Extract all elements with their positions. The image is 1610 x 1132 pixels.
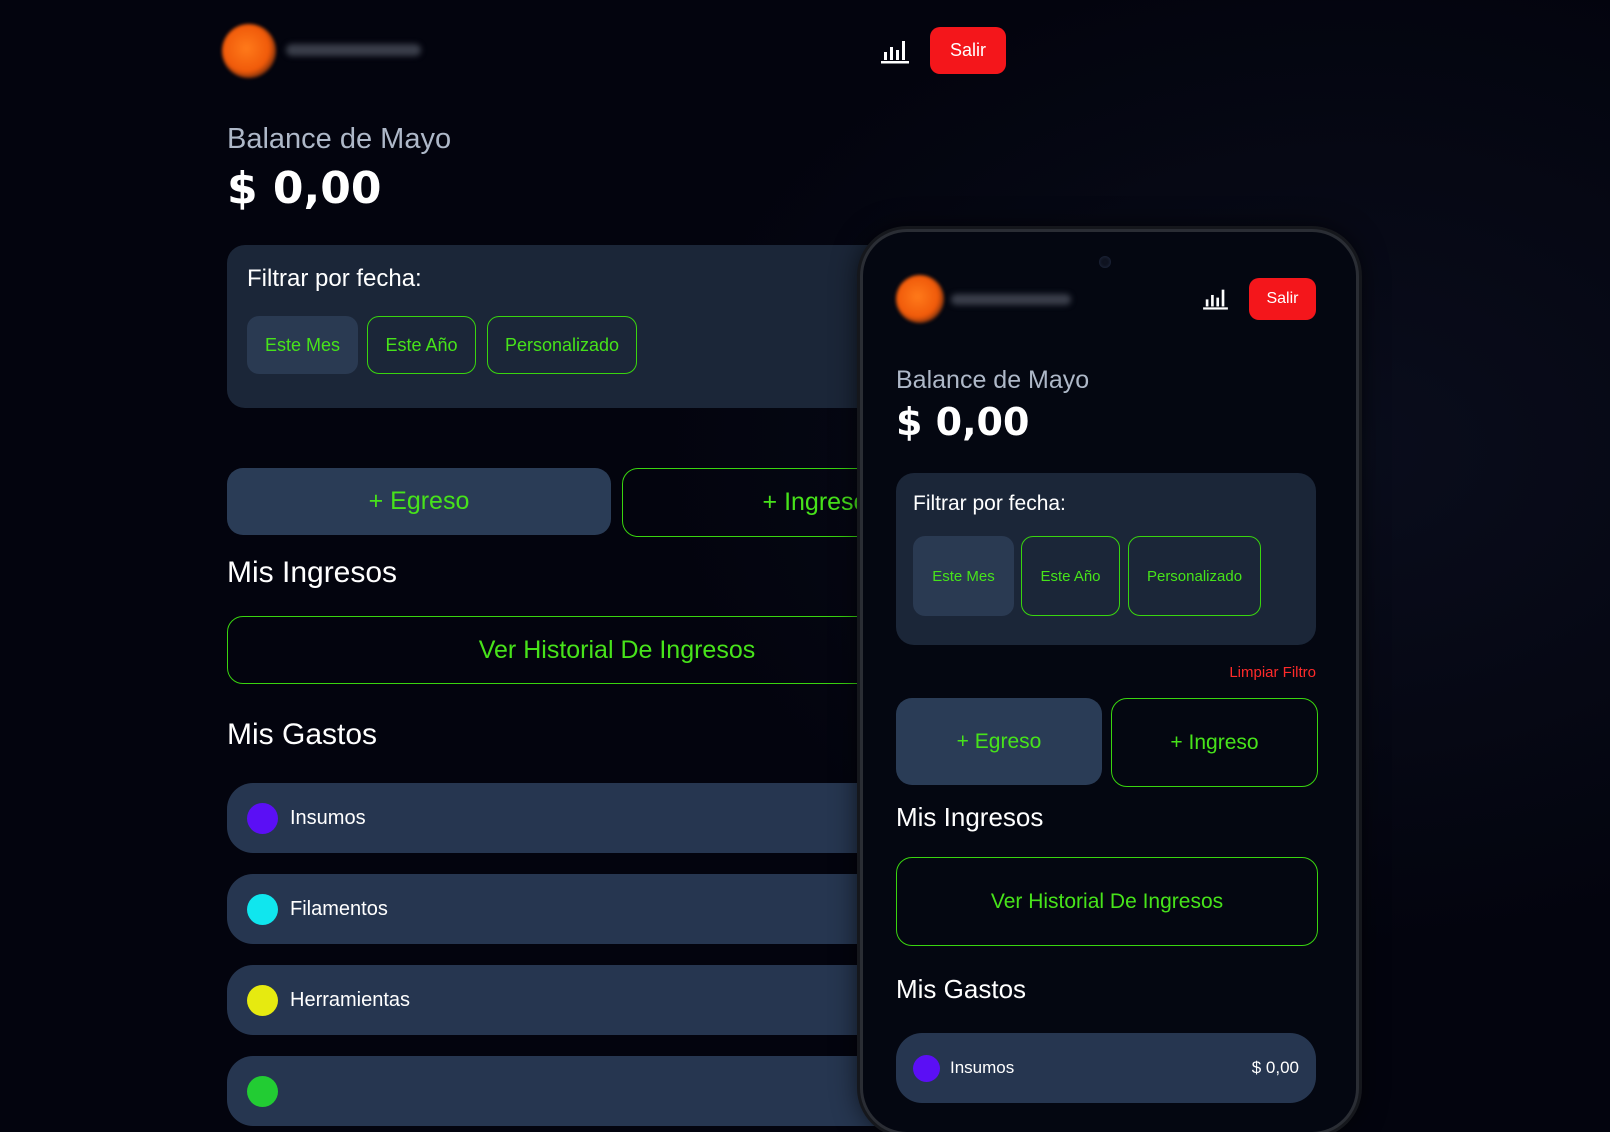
camera-icon [1099,256,1111,268]
phone-mockup: Salir Balance de Mayo $ 0,00 Filtrar por… [863,232,1356,1132]
filter-this-year[interactable]: Este Año [1021,536,1120,616]
expenses-title: Mis Gastos [227,718,378,751]
balance-value: $ 0,00 [227,163,382,214]
category-color-dot [247,802,278,834]
balance-value: $ 0,00 [896,400,1030,444]
filter-this-month[interactable]: Este Mes [913,536,1014,616]
filter-title: Filtrar por fecha: [913,492,1066,515]
bar-chart-icon [881,41,909,64]
user-avatar[interactable] [222,24,276,78]
category-name: Insumos [290,806,366,829]
user-name-blurred [951,294,1071,305]
user-name-blurred [286,44,421,56]
filter-custom[interactable]: Personalizado [1128,536,1261,616]
date-filter-panel: Filtrar por fecha: Este Mes Este Año Per… [227,245,907,408]
category-color-dot [247,1075,278,1107]
filter-this-year[interactable]: Este Año [367,316,476,374]
balance-label: Balance de Mayo [896,366,1090,394]
category-amount: $ 0,00 [1251,1058,1299,1077]
add-expense-button[interactable]: + Egreso [227,468,611,535]
filter-custom[interactable]: Personalizado [487,316,637,374]
category-name: Insumos [950,1058,1015,1077]
stats-chart-button[interactable] [880,38,910,64]
expenses-title: Mis Gastos [896,974,1027,1004]
category-name: Filamentos [290,897,388,920]
incomes-title: Mis Ingresos [896,802,1044,832]
clear-filter-link[interactable]: Limpiar Filtro [1229,664,1316,681]
expense-category-row[interactable]: Insumos $ 0,00 [896,1033,1316,1103]
incomes-title: Mis Ingresos [227,556,398,589]
category-color-dot [247,984,278,1016]
category-color-dot [913,1054,940,1082]
category-name: Herramientas [290,988,411,1011]
date-filter-panel: Filtrar por fecha: Este Mes Este Año Per… [896,473,1316,645]
filter-this-month[interactable]: Este Mes [247,316,358,374]
add-expense-button[interactable]: + Egreso [896,698,1102,785]
stats-chart-button[interactable] [1202,287,1229,310]
logout-button[interactable]: Salir [1249,278,1316,320]
balance-label: Balance de Mayo [227,123,452,155]
logout-button[interactable]: Salir [930,27,1006,74]
income-history-button[interactable]: Ver Historial De Ingresos [896,857,1318,946]
user-avatar[interactable] [896,275,944,323]
add-income-button[interactable]: + Ingreso [1111,698,1318,787]
bar-chart-icon [1203,289,1228,310]
filter-title: Filtrar por fecha: [247,265,422,292]
category-color-dot [247,893,278,925]
